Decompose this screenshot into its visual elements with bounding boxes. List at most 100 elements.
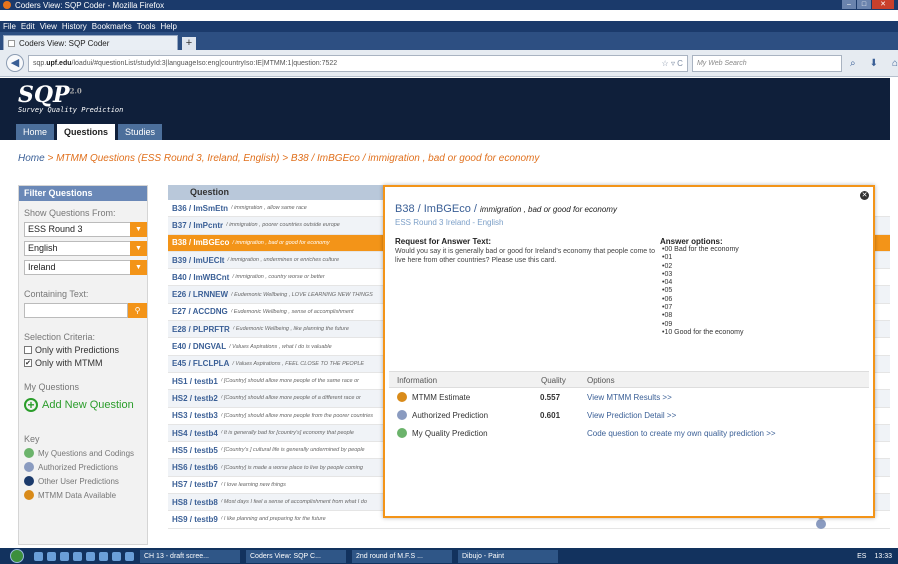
browser-tabs: Coders View: SQP Coder + bbox=[0, 32, 898, 50]
person-icon bbox=[24, 462, 34, 472]
question-code-link[interactable]: B37 / ImPcntr bbox=[168, 221, 223, 230]
navigation-bar: ◀ sqp. upf.edu/loadui/#questionList/study… bbox=[0, 50, 898, 77]
option-link[interactable]: View MTMM Results >> bbox=[587, 393, 672, 402]
system-tray: ES 13:33 bbox=[857, 553, 892, 560]
person-icon[interactable] bbox=[816, 519, 826, 530]
country-select[interactable]: Ireland ▼ bbox=[24, 260, 147, 275]
selection-criteria-label: Selection Criteria: bbox=[24, 332, 96, 342]
search-input[interactable]: My Web Search bbox=[691, 54, 842, 72]
question-code-link[interactable]: HS7 / testb7 bbox=[168, 480, 218, 489]
search-go-button[interactable]: ⚲ bbox=[128, 303, 147, 318]
minimize-button[interactable]: – bbox=[842, 0, 856, 9]
question-code-link[interactable]: HS9 / testb9 bbox=[168, 515, 218, 524]
back-icon[interactable]: ◀ bbox=[6, 54, 24, 72]
table-header: Question bbox=[168, 185, 383, 200]
sqp-logo[interactable]: SQP2.0 bbox=[18, 82, 82, 108]
containing-text-input[interactable] bbox=[24, 303, 128, 318]
search-icon[interactable]: ⌕ bbox=[850, 58, 856, 69]
bookmark-star-icon[interactable]: ☆ ▿ C bbox=[662, 59, 683, 68]
menu-file[interactable]: File bbox=[3, 22, 16, 31]
question-description: / It is generally bad for [country's] ec… bbox=[220, 430, 354, 436]
menu-tools[interactable]: Tools bbox=[137, 22, 156, 31]
taskbar-item[interactable]: CH 13 - draft scree... bbox=[140, 549, 240, 563]
question-code-link[interactable]: HS1 / testb1 bbox=[168, 377, 218, 386]
app-icon[interactable] bbox=[125, 551, 134, 561]
question-description: / immigration , allow same race bbox=[231, 205, 307, 212]
question-code-link[interactable]: HS2 / testb2 bbox=[168, 394, 218, 403]
question-code-link[interactable]: E27 / ACCDNG bbox=[168, 307, 228, 316]
tab-studies[interactable]: Studies bbox=[118, 124, 163, 140]
media-icon[interactable] bbox=[73, 551, 82, 561]
answer-option: 09 bbox=[662, 321, 743, 329]
key-authorized: Authorized Predictions bbox=[24, 462, 147, 472]
desktop-icon[interactable] bbox=[34, 551, 43, 561]
question-code-link[interactable]: B36 / ImSmEtn bbox=[168, 204, 228, 213]
answer-option: 08 bbox=[662, 312, 743, 320]
question-code-link[interactable]: E45 / FLCLPLA bbox=[168, 359, 229, 368]
language-indicator[interactable]: ES bbox=[857, 553, 866, 560]
folder-icon[interactable] bbox=[60, 551, 69, 561]
menu-bookmarks[interactable]: Bookmarks bbox=[92, 22, 132, 31]
app-icon[interactable] bbox=[112, 551, 121, 561]
menu-view[interactable]: View bbox=[40, 22, 57, 31]
taskbar-item[interactable]: 2nd round of M.F.S ... bbox=[352, 549, 452, 563]
breadcrumb-path[interactable]: > MTMM Questions (ESS Round 3, Ireland, … bbox=[45, 153, 539, 164]
question-description: / Eudemonic Wellbeing , sense of accompl… bbox=[230, 308, 354, 315]
answer-option: 02 bbox=[662, 263, 743, 271]
app-icon[interactable] bbox=[86, 551, 95, 561]
answer-option: 10 Good for the economy bbox=[662, 329, 743, 337]
question-code-link[interactable]: HS3 / testb3 bbox=[168, 411, 218, 420]
key-my-questions: My Questions and Codings bbox=[24, 448, 147, 458]
url-bar[interactable]: sqp. upf.edu/loadui/#questionList/studyId… bbox=[28, 54, 688, 72]
menu-history[interactable]: History bbox=[62, 22, 87, 31]
add-new-question-button[interactable]: + Add New Question bbox=[24, 398, 147, 412]
tab-home[interactable]: Home bbox=[16, 124, 55, 140]
question-detail-popup: ✕ B38 / ImBGEco / immigration , bad or g… bbox=[383, 185, 875, 518]
answer-option: 04 bbox=[662, 279, 743, 287]
chevron-down-icon: ▼ bbox=[130, 241, 147, 256]
ie-icon[interactable] bbox=[47, 551, 56, 561]
study-select[interactable]: ESS Round 3 ▼ bbox=[24, 222, 147, 237]
info-row: MTMM Estimate 0.557 View MTMM Results >> bbox=[397, 392, 867, 402]
breadcrumb-home-link[interactable]: Home bbox=[18, 153, 45, 164]
question-code-link[interactable]: HS5 / testb5 bbox=[168, 446, 218, 455]
info-col-options: Options bbox=[587, 376, 615, 385]
taskbar-item[interactable]: Dibujo - Paint bbox=[458, 549, 558, 563]
question-code-link[interactable]: E28 / PLPRFTR bbox=[168, 325, 230, 334]
option-link[interactable]: View Prediction Detail >> bbox=[587, 411, 676, 420]
question-code-link[interactable]: B39 / ImUECIt bbox=[168, 256, 224, 265]
only-predictions-checkbox[interactable]: Only with Predictions bbox=[24, 345, 147, 355]
menu-edit[interactable]: Edit bbox=[21, 22, 35, 31]
taskbar-item[interactable]: Coders View: SQP C... bbox=[246, 549, 346, 563]
browser-tab[interactable]: Coders View: SQP Coder bbox=[3, 35, 178, 50]
option-link[interactable]: Code question to create my own quality p… bbox=[587, 429, 776, 438]
question-code-link[interactable]: HS8 / testb8 bbox=[168, 498, 218, 507]
question-code-link[interactable]: B40 / ImWBCnt bbox=[168, 273, 229, 282]
question-description: / I love learning new things bbox=[220, 481, 286, 488]
request-label: Request for Answer Text: bbox=[395, 237, 492, 246]
tab-questions[interactable]: Questions bbox=[57, 124, 116, 140]
language-select[interactable]: English ▼ bbox=[24, 241, 147, 256]
close-icon[interactable]: ✕ bbox=[860, 191, 869, 200]
download-icon[interactable]: ⬇ bbox=[870, 58, 878, 69]
question-code-link[interactable]: HS4 / testb4 bbox=[168, 429, 218, 438]
only-mtmm-checkbox[interactable]: ✔ Only with MTMM bbox=[24, 358, 147, 368]
question-code-link[interactable]: E40 / DNGVAL bbox=[168, 342, 226, 351]
new-tab-button[interactable]: + bbox=[182, 37, 196, 50]
menu-help[interactable]: Help bbox=[160, 22, 176, 31]
answer-option: 00 Bad for the economy bbox=[662, 246, 743, 254]
home-icon[interactable]: ⌂ bbox=[892, 58, 898, 69]
window-title: Coders View: SQP Coder - Mozilla Firefox bbox=[15, 0, 165, 10]
close-window-button[interactable]: ✕ bbox=[872, 0, 894, 9]
containing-text-label: Containing Text: bbox=[24, 289, 89, 299]
quick-launch bbox=[34, 551, 134, 561]
app-icon[interactable] bbox=[99, 551, 108, 561]
maximize-button[interactable]: □ bbox=[857, 0, 871, 9]
answer-options-label: Answer options: bbox=[660, 237, 723, 246]
question-code-link[interactable]: HS6 / testb6 bbox=[168, 463, 218, 472]
question-code-link[interactable]: B38 / ImBGEco bbox=[168, 238, 229, 247]
info-icon bbox=[397, 410, 407, 420]
start-button[interactable] bbox=[10, 549, 24, 563]
info-col-quality: Quality bbox=[541, 376, 566, 385]
question-code-link[interactable]: E26 / LRNNEW bbox=[168, 290, 228, 299]
